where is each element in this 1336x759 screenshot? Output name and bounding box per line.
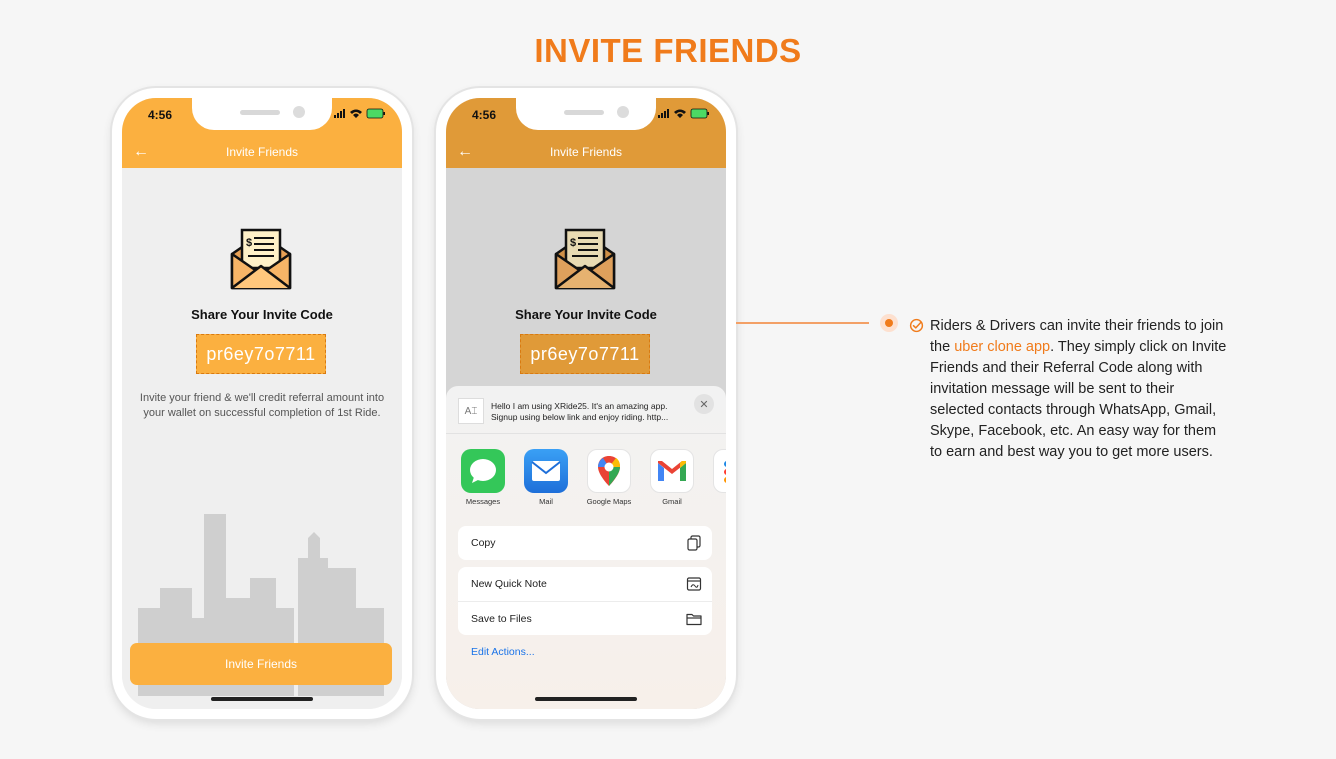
share-sheet: A⌶ Hello I am using XRide25. It's an ama… (446, 386, 726, 709)
speaker (240, 110, 280, 115)
invite-info-text: Invite your friend & we'll credit referr… (139, 392, 385, 419)
save-to-files-action[interactable]: Save to Files (458, 601, 712, 635)
action-group-notes: New Quick Note Save to Files (458, 567, 712, 635)
invite-code: pr6ey7o7711 (206, 343, 316, 364)
app-bar-title: Invite Friends (549, 145, 623, 159)
speaker (564, 110, 604, 115)
invite-code-box[interactable]: pr6ey7o7711 (196, 334, 326, 374)
share-app-reminders[interactable]: Re (709, 449, 726, 506)
camera (617, 106, 629, 118)
mail-icon (524, 449, 568, 493)
share-sheet-header: A⌶ Hello I am using XRide25. It's an ama… (446, 386, 726, 434)
new-quick-note-label: New Quick Note (471, 578, 547, 590)
notch (192, 98, 332, 130)
feature-description: Riders & Drivers can invite their friend… (930, 316, 1230, 463)
save-to-files-label: Save to Files (471, 612, 532, 625)
connector-dot (880, 314, 898, 332)
phone-screen: 4:56 ← Invite Friends $ Share Your Invit… (122, 98, 402, 709)
invite-code: pr6ey7o7711 (530, 343, 640, 364)
edit-actions-link[interactable]: Edit Actions... (471, 646, 535, 658)
page-title: INVITE FRIENDS (534, 32, 802, 69)
invite-friends-button[interactable]: Invite Friends (130, 643, 392, 685)
close-icon[interactable]: ✕ (694, 394, 714, 414)
envelope-money-icon: $ (554, 228, 616, 290)
check-circle-icon (909, 318, 924, 333)
phone-invite-screen: 4:56 ← Invite Friends $ Share Your Invit… (112, 88, 412, 719)
svg-text:$: $ (570, 237, 576, 249)
connector-line (736, 322, 869, 324)
share-app-messages[interactable]: Messages (457, 449, 509, 506)
share-preview-text: Hello I am using XRide25. It's an amazin… (491, 401, 669, 422)
status-bar: 4:56 (122, 98, 402, 138)
status-icons (334, 108, 385, 119)
app-label: Google Maps (586, 497, 632, 506)
share-app-gmail[interactable]: Gmail (646, 449, 698, 506)
phone-share-sheet-screen: 4:56 ← Invite Friends $ Share Your Invit… (436, 88, 736, 719)
gmail-icon (650, 449, 694, 493)
app-bar: ← Invite Friends (446, 138, 726, 168)
home-indicator (211, 697, 313, 701)
envelope-money-icon: $ (230, 228, 292, 290)
share-code-title: Share Your Invite Code (191, 307, 333, 322)
copy-label: Copy (471, 537, 496, 549)
app-label: Gmail (662, 497, 682, 506)
app-label: Re (709, 497, 726, 506)
camera (293, 106, 305, 118)
quick-note-icon (686, 577, 702, 591)
app-bar-title: Invite Friends (225, 145, 299, 159)
share-code-title: Share Your Invite Code (515, 307, 657, 322)
app-label: Messages (465, 497, 501, 506)
google-maps-icon (587, 449, 631, 493)
description-text-end: . They simply click on Invite Friends an… (930, 339, 1227, 460)
status-icons (658, 108, 709, 119)
new-quick-note-action[interactable]: New Quick Note (458, 567, 712, 601)
folder-icon (686, 613, 702, 626)
uber-clone-app-link[interactable]: uber clone app (954, 339, 1050, 355)
text-document-icon: A⌶ (458, 398, 484, 424)
status-time: 4:56 (148, 108, 173, 122)
copy-action[interactable]: Copy (458, 526, 712, 560)
share-app-mail[interactable]: Mail (520, 449, 572, 506)
status-time: 4:56 (472, 108, 497, 122)
svg-text:$: $ (246, 237, 252, 249)
notch (516, 98, 656, 130)
phone-screen: 4:56 ← Invite Friends $ Share Your Invit… (446, 98, 726, 709)
home-indicator (535, 697, 637, 701)
copy-icon (687, 535, 701, 551)
invite-content: $ Share Your Invite Code pr6ey7o7711 Inv… (122, 168, 402, 709)
invite-code-box[interactable]: pr6ey7o7711 (520, 334, 650, 374)
share-apps-row: Messages Mail Google Maps Gmail (457, 449, 726, 509)
action-group-copy: Copy (458, 526, 712, 560)
app-label: Mail (539, 497, 553, 506)
status-bar: 4:56 (446, 98, 726, 138)
reminders-icon (713, 449, 726, 493)
share-app-google-maps[interactable]: Google Maps (583, 449, 635, 506)
app-bar: ← Invite Friends (122, 138, 402, 168)
messages-icon (461, 449, 505, 493)
